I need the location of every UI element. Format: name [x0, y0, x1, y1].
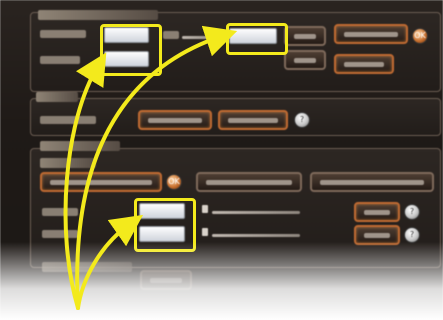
arrow-to-middle	[76, 214, 144, 310]
screenshot-stage: OK ? OK ? ?	[0, 0, 443, 320]
annotation-arrows	[63, 25, 238, 310]
arrow-to-top-left	[63, 52, 107, 310]
arrow-to-top-right	[75, 25, 238, 310]
